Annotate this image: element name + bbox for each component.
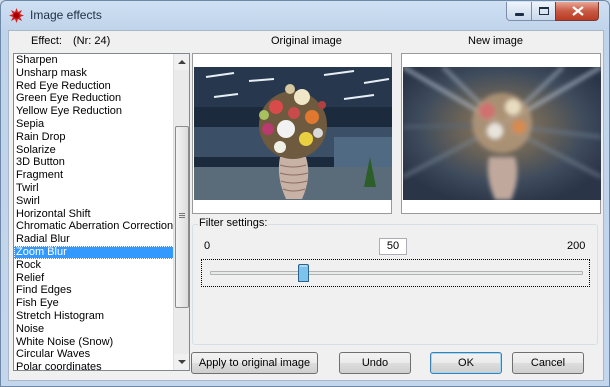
effect-list-item[interactable]: Swirl	[14, 195, 189, 208]
window-title: Image effects	[30, 8, 102, 22]
effect-list-item[interactable]: Relief	[14, 272, 189, 285]
undo-button[interactable]: Undo	[339, 352, 411, 374]
effect-list-item[interactable]: Chromatic Aberration Correction	[14, 220, 189, 233]
effects-list-items: Sharpen Unsharp mask Red Eye Reduction Gree…	[14, 54, 189, 370]
original-image-label: Original image	[271, 35, 342, 47]
new-image-panel	[401, 53, 601, 214]
close-icon	[572, 6, 584, 16]
scroll-up-icon	[178, 60, 186, 64]
effect-list-item[interactable]: Zoom Blur	[14, 245, 189, 259]
effect-list-item[interactable]: Sepia	[14, 118, 189, 131]
minimize-button[interactable]	[506, 2, 532, 21]
dialog-body: Effect: (Nr: 24) Sharpen Unsharp mask Red …	[8, 30, 604, 381]
ok-button[interactable]: OK	[430, 352, 502, 374]
effect-list-item[interactable]: Noise	[14, 323, 189, 336]
title-bar[interactable]: Image effects	[1, 1, 609, 29]
grip-line	[179, 217, 185, 218]
effect-list-item[interactable]: Stretch Histogram	[14, 310, 189, 323]
filter-slider[interactable]	[201, 259, 590, 287]
filter-max-value: 200	[567, 240, 586, 252]
close-button[interactable]	[555, 2, 599, 21]
effect-list-item[interactable]: Yellow Eye Reduction	[14, 105, 189, 118]
filter-settings-label: Filter settings:	[198, 217, 269, 229]
slider-thumb[interactable]	[298, 264, 310, 282]
apply-to-original-button[interactable]: Apply to original image	[191, 352, 318, 374]
effect-list-item[interactable]: Rock	[14, 259, 189, 272]
original-photo	[194, 67, 392, 200]
effect-list-item[interactable]: Green Eye Reduction	[14, 92, 189, 105]
effect-list-item[interactable]: Find Edges	[14, 284, 189, 297]
effect-list-item[interactable]: White Noise (Snow)	[14, 336, 189, 349]
effect-list-item[interactable]: Red Eye Reduction	[14, 80, 189, 93]
effect-list-item[interactable]: Circular Waves	[14, 348, 189, 361]
slider-track	[210, 271, 583, 275]
effect-list-item[interactable]: Unsharp mask	[14, 67, 189, 80]
effects-list[interactable]: Sharpen Unsharp mask Red Eye Reduction Gree…	[13, 53, 190, 371]
effect-list-item[interactable]: Radial Blur	[14, 233, 189, 246]
filter-value-field[interactable]: 50	[379, 238, 407, 255]
effect-list-item[interactable]: Horizontal Shift	[14, 208, 189, 221]
effect-list-item[interactable]: 3D Button	[14, 156, 189, 169]
effect-list-item[interactable]: Sharpen	[14, 54, 189, 67]
filter-min-value: 0	[204, 240, 211, 252]
effect-list-item[interactable]: Rain Drop	[14, 131, 189, 144]
scroll-thumb[interactable]	[175, 126, 189, 308]
new-photo-preview	[403, 67, 601, 200]
maximize-button[interactable]	[531, 2, 556, 21]
grip-line	[179, 213, 185, 214]
effect-list-item[interactable]: Solarize	[14, 144, 189, 157]
maximize-icon	[539, 7, 549, 15]
grip-line	[179, 215, 185, 216]
scroll-down-icon	[178, 360, 186, 364]
effects-scrollbar[interactable]	[173, 54, 189, 370]
new-image-label: New image	[468, 35, 524, 47]
image-effects-window: Image effects Effect: (Nr: 24) Sharpen Un…	[0, 0, 610, 387]
effect-list-item[interactable]: Polar coordinates	[14, 361, 189, 370]
scroll-down-button[interactable]	[174, 354, 189, 370]
paint-splash-icon	[9, 8, 24, 23]
effect-list-item[interactable]: Fragment	[14, 169, 189, 182]
effect-list-item[interactable]: Twirl	[14, 182, 189, 195]
original-image-panel	[192, 53, 392, 214]
effect-list-item[interactable]: Fish Eye	[14, 297, 189, 310]
effect-count: (Nr: 24)	[73, 35, 111, 47]
scroll-up-button[interactable]	[174, 54, 189, 70]
minimize-icon	[515, 13, 524, 16]
cancel-button[interactable]: Cancel	[512, 352, 584, 374]
effect-label: Effect:	[31, 35, 62, 47]
